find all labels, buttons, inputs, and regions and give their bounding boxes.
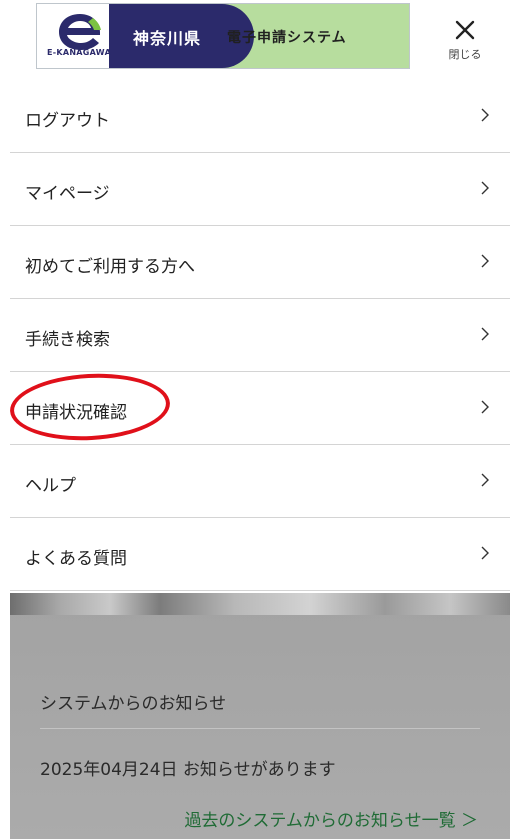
logo-mark-text: E-KANAGAWA (46, 48, 112, 57)
chevron-right-icon (481, 327, 489, 341)
menu-item-label: 初めてご利用する方へ (25, 257, 195, 277)
close-label: 閉じる (448, 48, 482, 61)
e-kanagawa-mark-icon (59, 14, 101, 50)
logo-prefecture-text: 神奈川県 (133, 29, 202, 48)
notice-title: システムからのお知らせ (40, 694, 227, 714)
header: E-KANAGAWA 神奈川県 電子申請システム 閉じる (0, 0, 511, 80)
chevron-right-icon (481, 400, 489, 414)
logo-system-text: 電子申請システム (227, 30, 347, 46)
chevron-right-icon (481, 473, 489, 487)
menu-item-procedure-search[interactable]: 手続き検索 (10, 299, 510, 372)
notice-divider (40, 728, 480, 729)
navigation-menu: ログアウト マイページ 初めてご利用する方へ 手続き検索 申請状況確認 ヘルプ … (8, 80, 510, 591)
menu-item-first-time-users[interactable]: 初めてご利用する方へ (10, 226, 510, 299)
e-kanagawa-logo[interactable]: E-KANAGAWA 神奈川県 電子申請システム (36, 3, 410, 69)
menu-item-application-status[interactable]: 申請状況確認 (8, 369, 510, 445)
menu-item-label: ヘルプ (25, 476, 76, 496)
menu-item-logout[interactable]: ログアウト (10, 80, 510, 153)
menu-item-label: 手続き検索 (25, 330, 110, 350)
menu-item-mypage[interactable]: マイページ (10, 153, 510, 226)
menu-item-label: よくある質問 (25, 549, 127, 569)
chevron-right-icon (481, 254, 489, 268)
menu-item-help[interactable]: ヘルプ (10, 445, 510, 518)
past-notices-link[interactable]: 過去のシステムからのお知らせ一覧 ＞ (184, 806, 478, 831)
menu-item-label: 申請状況確認 (25, 403, 127, 423)
background-photo (10, 593, 510, 615)
system-notice-panel: システムからのお知らせ 2025年04月24日 お知らせがあります 過去のシステ… (10, 593, 510, 839)
menu-item-faq[interactable]: よくある質問 (10, 518, 510, 591)
close-button[interactable]: 閉じる (443, 14, 487, 68)
chevron-right-icon (481, 181, 489, 195)
notice-text: 2025年04月24日 お知らせがあります (40, 760, 336, 780)
chevron-right-icon (481, 108, 489, 122)
menu-item-label: マイページ (25, 184, 110, 204)
close-icon (455, 20, 475, 40)
chevron-right-icon (481, 546, 489, 560)
menu-item-label: ログアウト (25, 111, 110, 131)
